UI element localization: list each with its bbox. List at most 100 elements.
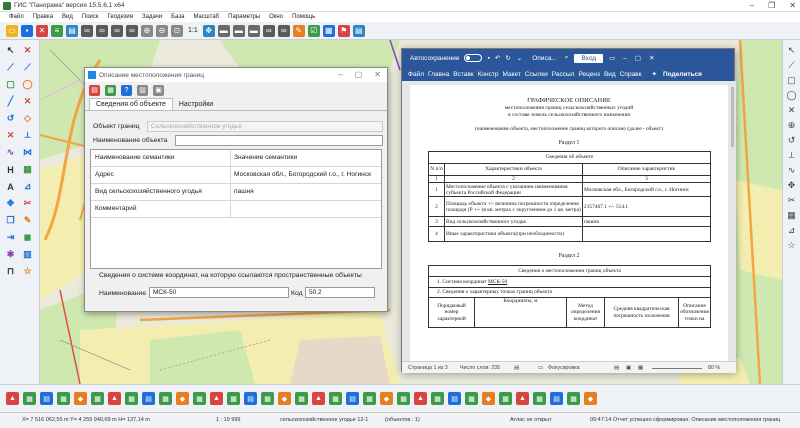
ribbon-tab-view[interactable]: Вид xyxy=(604,71,616,78)
bottom-tool-14-icon[interactable]: ▦ xyxy=(227,392,240,405)
dialog-close-icon[interactable]: ✕ xyxy=(374,70,381,79)
bottom-tool-23-icon[interactable]: ◆ xyxy=(380,392,393,405)
menu-window[interactable]: Окно xyxy=(269,14,283,20)
menu-scale[interactable]: Масштаб xyxy=(193,14,219,20)
fill-icon[interactable]: ◼ xyxy=(20,230,35,245)
read-mode-icon[interactable]: ▤ xyxy=(614,365,619,371)
right-tool-11-icon[interactable]: ✂ xyxy=(786,194,798,206)
right-tool-10-icon[interactable]: ✥ xyxy=(786,179,798,191)
bottom-tool-19-icon[interactable]: ▲ xyxy=(312,392,325,405)
car-2-icon[interactable]: ▬ xyxy=(232,24,245,37)
customize-icon[interactable]: ⌄ xyxy=(517,54,522,62)
menu-geodesy[interactable]: Геодезия xyxy=(108,14,133,20)
right-tool-9-icon[interactable]: ∿ xyxy=(786,164,798,176)
minimize-icon[interactable]: – xyxy=(750,1,754,10)
coord-name-input[interactable]: МСК-50 xyxy=(149,287,289,298)
bottom-tool-27-icon[interactable]: ▤ xyxy=(448,392,461,405)
close-map-icon[interactable]: ✕ xyxy=(36,24,48,37)
lock-icon[interactable]: ⊓ xyxy=(3,264,18,279)
right-tool-6-icon[interactable]: ⊕ xyxy=(786,119,798,131)
bottom-tool-33-icon[interactable]: ▤ xyxy=(550,392,563,405)
bottom-tool-4-icon[interactable]: ▦ xyxy=(57,392,70,405)
ribbon-tab-insert[interactable]: Вставк xyxy=(453,71,473,78)
bottom-tool-24-icon[interactable]: ▦ xyxy=(397,392,410,405)
bottom-tool-31-icon[interactable]: ▲ xyxy=(516,392,529,405)
right-tool-8-icon[interactable]: ⟂ xyxy=(786,149,798,161)
close-icon[interactable]: ✕ xyxy=(789,1,796,10)
flag-icon[interactable]: ⚑ xyxy=(337,24,350,37)
polyline-icon[interactable]: ⟋ xyxy=(3,60,18,75)
binoculars-6-icon[interactable]: ∞ xyxy=(277,24,290,37)
right-tool-13-icon[interactable]: ⊿ xyxy=(786,224,798,236)
maximize-icon[interactable]: ❐ xyxy=(768,1,775,10)
text-icon[interactable]: A xyxy=(3,179,18,194)
right-tool-2-icon[interactable]: ⟋ xyxy=(786,59,798,71)
bottom-tool-15-icon[interactable]: ▤ xyxy=(244,392,257,405)
tab-settings[interactable]: Настройки xyxy=(173,99,219,110)
bottom-tool-20-icon[interactable]: ▦ xyxy=(329,392,342,405)
bottom-tool-17-icon[interactable]: ◆ xyxy=(278,392,291,405)
bottom-tool-5-icon[interactable]: ◆ xyxy=(74,392,87,405)
measure-icon[interactable]: ⊿ xyxy=(20,179,35,194)
undo-icon[interactable]: ↶ xyxy=(495,54,500,62)
dialog-help-icon[interactable]: ? xyxy=(121,84,132,96)
table-row[interactable]: Комментарий xyxy=(91,201,381,218)
web-layout-icon[interactable]: ▦ xyxy=(638,365,643,371)
car-icon[interactable]: ▬ xyxy=(217,24,230,37)
dialog-export-icon[interactable]: ▥ xyxy=(137,84,148,96)
curve-icon[interactable]: ∿ xyxy=(3,145,18,160)
select-arrow-icon[interactable]: ↖ xyxy=(3,43,18,58)
zoom-out-icon[interactable]: ⊖ xyxy=(156,24,168,37)
circle-icon[interactable]: ◯ xyxy=(20,77,35,92)
dialog-report-icon[interactable]: ▤ xyxy=(89,84,100,96)
word-maximize-icon[interactable]: ▢ xyxy=(635,54,641,62)
ribbon-display-icon[interactable]: ▭ xyxy=(609,54,615,62)
binoculars-icon[interactable]: ∞ xyxy=(81,24,93,37)
node-icon[interactable]: ◇ xyxy=(20,111,35,126)
bottom-tool-1-icon[interactable]: ▲ xyxy=(6,392,19,405)
coord-code-input[interactable]: 50.2 xyxy=(305,287,375,298)
bottom-tool-29-icon[interactable]: ◆ xyxy=(482,392,495,405)
bottom-tool-18-icon[interactable]: ▦ xyxy=(295,392,308,405)
paint-icon[interactable]: ✎ xyxy=(20,213,35,228)
ribbon-tab-review[interactable]: Реценз xyxy=(578,71,600,78)
bottom-tool-16-icon[interactable]: ▦ xyxy=(261,392,274,405)
doc-scrollbar[interactable] xyxy=(731,87,734,147)
scale-one-to-one[interactable]: 1:1 xyxy=(188,27,198,34)
bottom-tool-12-icon[interactable]: ▦ xyxy=(193,392,206,405)
proofing-icon[interactable]: ▤ xyxy=(514,365,519,371)
bottom-tool-35-icon[interactable]: ◆ xyxy=(584,392,597,405)
menu-file[interactable]: Файл xyxy=(9,14,24,20)
open-folder-icon[interactable]: ▭ xyxy=(6,24,18,37)
right-tool-1-icon[interactable]: ↖ xyxy=(786,44,798,56)
layers-icon[interactable]: ≡ xyxy=(51,24,63,37)
autosave-toggle[interactable] xyxy=(463,54,482,62)
menu-edit[interactable]: Правка xyxy=(33,14,53,20)
dialog-minimize-icon[interactable]: – xyxy=(338,70,342,79)
search-icon[interactable]: ⌕ xyxy=(565,54,569,62)
menu-search[interactable]: Поиск xyxy=(82,14,99,20)
semantics-table[interactable]: Наименование семантики Значение семантик… xyxy=(90,149,382,269)
zoom-area-icon[interactable]: ⊙ xyxy=(171,24,183,37)
edit-line-icon[interactable]: ⟋ xyxy=(20,60,35,75)
word-close-icon[interactable]: ✕ xyxy=(649,54,654,62)
dialog-map-icon[interactable]: ▦ xyxy=(105,84,116,96)
binoculars-4-icon[interactable]: ∞ xyxy=(126,24,138,37)
document-area[interactable]: ГРАФИЧЕСКОЕ ОПИСАНИЕ местоположения гран… xyxy=(402,81,736,361)
grid-icon[interactable]: ▦ xyxy=(20,162,35,177)
redo-icon[interactable]: ↻ xyxy=(505,54,510,62)
lightbulb-icon[interactable]: ✦ xyxy=(651,70,656,78)
menu-help[interactable]: Помощь xyxy=(292,14,315,20)
object-select[interactable]: Сельскохозяйственное угодье xyxy=(147,121,383,132)
right-tool-3-icon[interactable]: ▢ xyxy=(786,74,798,86)
cut-icon[interactable]: ✂ xyxy=(20,196,35,211)
bottom-tool-2-icon[interactable]: ▦ xyxy=(23,392,36,405)
status-focus[interactable]: Фокусировка xyxy=(548,365,580,371)
bottom-tool-25-icon[interactable]: ▲ xyxy=(414,392,427,405)
binoculars-3-icon[interactable]: ∞ xyxy=(111,24,123,37)
merge-icon[interactable]: ⋈ xyxy=(20,145,35,160)
login-button[interactable]: Вход xyxy=(574,53,604,63)
right-tool-7-icon[interactable]: ↺ xyxy=(786,134,798,146)
share-button[interactable]: Поделиться xyxy=(663,71,702,78)
align-icon[interactable]: ⇥ xyxy=(3,230,18,245)
